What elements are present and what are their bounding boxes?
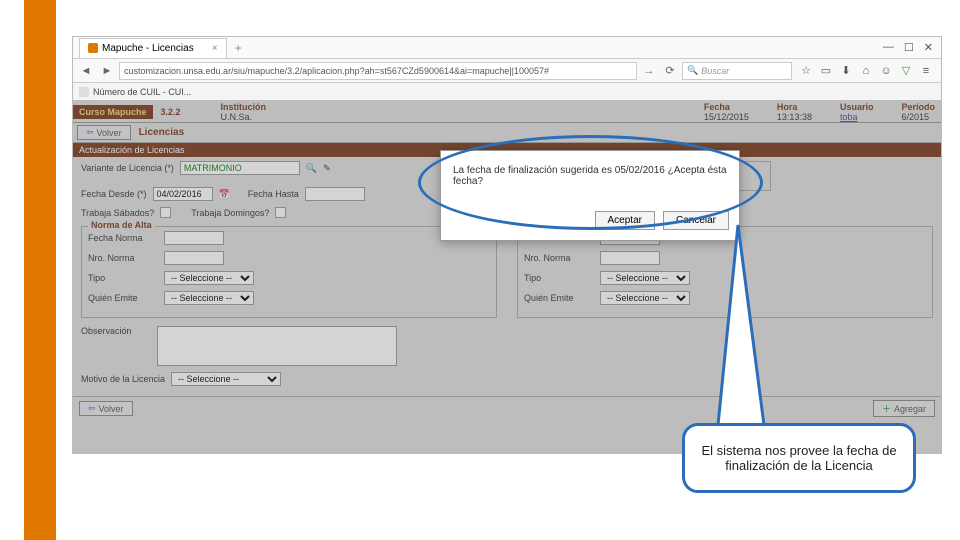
accent-stripe [24,0,56,540]
search-input[interactable]: 🔍 Buscar [682,62,792,80]
bookmark-item[interactable]: Número de CUIL - CUI... [93,87,191,97]
account-icon[interactable]: ☺ [879,64,893,78]
menu-icon[interactable]: ≡ [919,64,933,78]
favicon-icon [88,43,98,53]
back-icon[interactable]: ◄ [77,62,95,80]
search-placeholder: Buscar [701,66,729,76]
slide: Mapuche - Licencias × + — ☐ ✕ ◄ ► custom… [0,0,960,540]
search-icon: 🔍 [687,65,698,76]
address-bar: ◄ ► customizacion.unsa.edu.ar/siu/mapuch… [73,59,941,83]
annotation-oval [418,135,763,230]
reload-icon[interactable]: ⟳ [661,62,679,80]
maximize-button[interactable]: ☐ [904,41,914,54]
shield-icon[interactable]: ▽ [899,64,913,78]
home-icon[interactable]: ⌂ [859,64,873,78]
window-controls: — ☐ ✕ [883,41,941,54]
browser-window: Mapuche - Licencias × + — ☐ ✕ ◄ ► custom… [72,36,942,454]
toolbar-icons: ☆ ▭ ⬇ ⌂ ☺ ▽ ≡ [795,64,937,78]
downloads-icon[interactable]: ⬇ [839,64,853,78]
close-button[interactable]: ✕ [924,41,933,54]
new-tab-button[interactable]: + [231,41,246,55]
titlebar: Mapuche - Licencias × + — ☐ ✕ [73,37,941,59]
minimize-button[interactable]: — [883,41,894,54]
browser-tab[interactable]: Mapuche - Licencias × [79,38,227,58]
callout-text: El sistema nos provee la fecha de finali… [699,443,899,473]
bookmark-bar: Número de CUIL - CUI... [73,83,941,101]
tab-title: Mapuche - Licencias [102,43,194,54]
bookmark-star-icon[interactable]: ☆ [799,64,813,78]
url-input[interactable]: customizacion.unsa.edu.ar/siu/mapuche/3.… [119,62,637,80]
tab-close-icon[interactable]: × [212,43,218,54]
forward-icon[interactable]: ► [98,62,116,80]
callout-tail [708,225,788,438]
bookmark-favicon-icon [79,87,89,97]
annotation-callout: El sistema nos provee la fecha de finali… [682,423,916,493]
library-icon[interactable]: ▭ [819,64,833,78]
go-icon[interactable]: → [640,62,658,80]
